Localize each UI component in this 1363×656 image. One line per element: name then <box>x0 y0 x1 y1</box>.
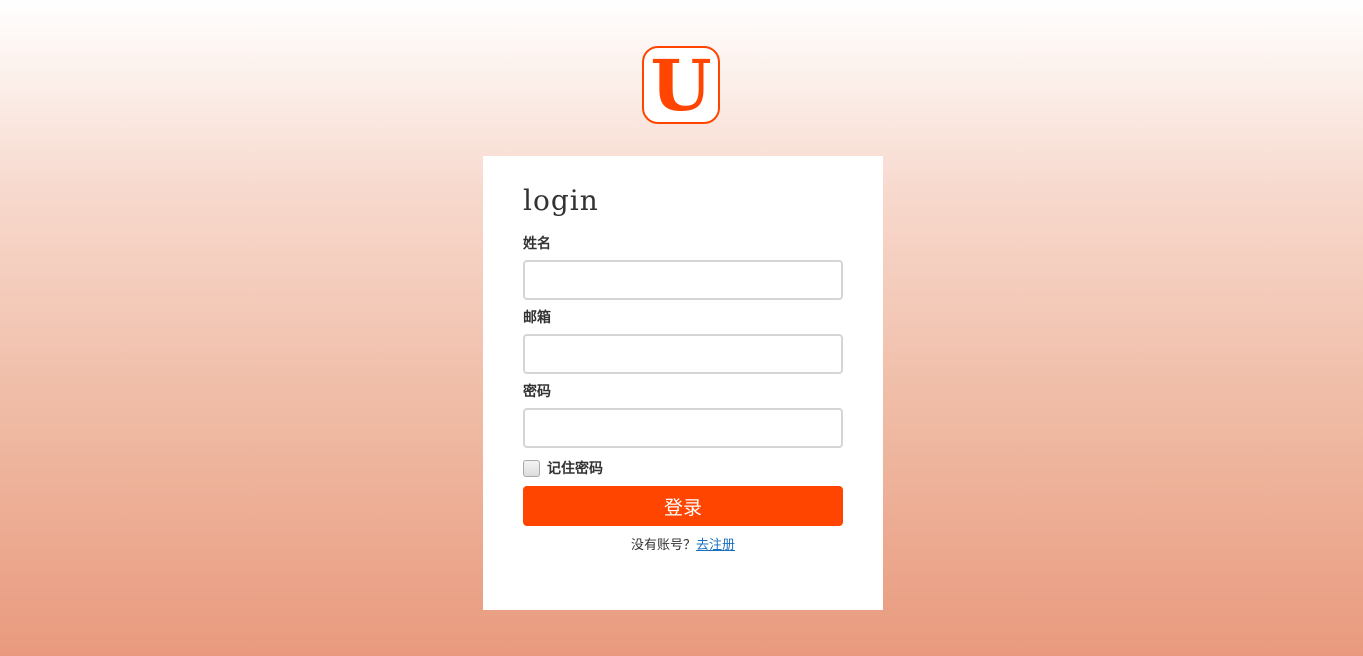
name-input[interactable] <box>523 260 843 300</box>
login-button[interactable]: 登录 <box>523 486 843 526</box>
register-prompt-text: 没有账号？ <box>630 538 696 553</box>
remember-password-row[interactable]: 记住密码 <box>523 458 603 478</box>
password-input[interactable] <box>523 408 843 448</box>
remember-password-label: 记住密码 <box>547 461 603 477</box>
brand-logo-letter: U <box>650 44 712 127</box>
email-input[interactable] <box>523 334 843 374</box>
register-prompt: 没有账号？去注册 <box>483 534 883 553</box>
remember-password-checkbox[interactable] <box>523 459 540 477</box>
register-link[interactable]: 去注册 <box>696 538 735 553</box>
brand-logo: U <box>642 46 720 124</box>
login-card: login 姓名 邮箱 密码 记住密码 登录 没有账号？去注册 <box>483 156 883 610</box>
name-label: 姓名 <box>523 236 551 252</box>
password-label: 密码 <box>523 384 551 400</box>
form-title: login <box>523 184 599 217</box>
email-label: 邮箱 <box>523 310 551 326</box>
